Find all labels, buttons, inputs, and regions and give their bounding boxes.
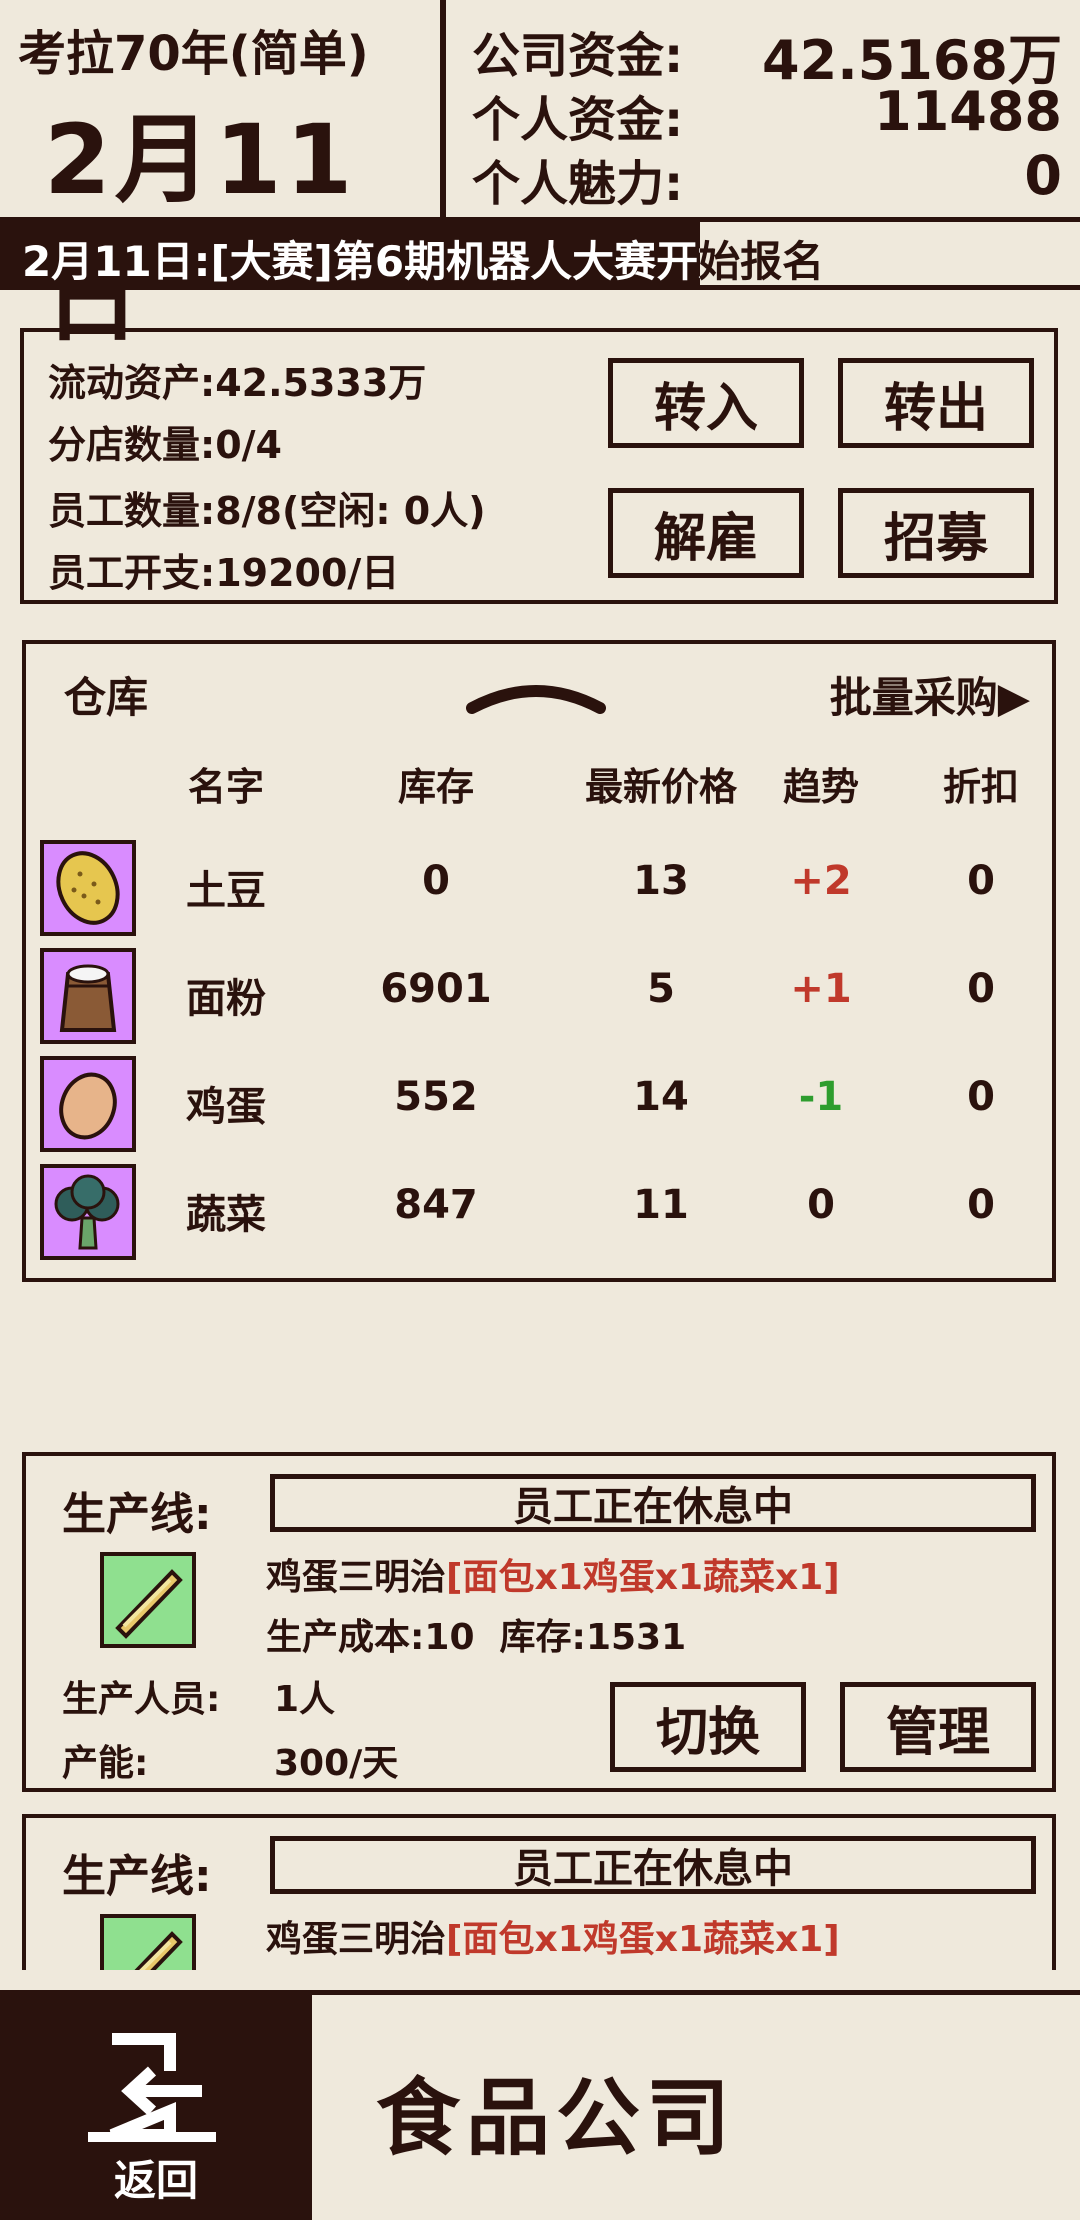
top-header: 考拉70年(简单) 2月11日 公司资金: 42.5168万 个人资金: 114… <box>0 0 1080 355</box>
news-ticker-highlight: 2月11日:[大赛]第6期机器人大赛开始报名 <box>0 222 700 285</box>
news-text-overlay: 2月11日:[大赛]第6期机器人大赛开始报名 <box>22 237 700 285</box>
back-label: 返回 <box>113 2156 198 2205</box>
item-stock: 847 <box>394 1182 478 1228</box>
production-line-card: 生产线: 员工正在休息中 鸡蛋三明治[面包x1鸡蛋x1蔬菜x1] 生产成本:10… <box>22 1452 1056 1792</box>
sandwich-icon <box>100 1914 196 1970</box>
employee-count: 员工数量:8/8(空闲: 0人) <box>48 489 486 533</box>
item-trend: +2 <box>790 858 852 904</box>
potato-icon <box>40 840 136 936</box>
news-ticker[interactable]: 2月11日:[大赛]第6期机器人大赛开始报名 2月11日:[大赛]第6期机器人大… <box>0 222 1080 290</box>
item-name: 蔬菜 <box>186 1192 266 1238</box>
company-title: 食品公司 <box>376 2069 737 2167</box>
charm-value: 0 <box>1024 144 1062 207</box>
column-header-name: 名字 <box>187 765 264 809</box>
flour-sack-icon <box>40 948 136 1044</box>
employee-cost: 员工开支:19200/日 <box>48 551 400 595</box>
branch-count: 分店数量:0/4 <box>48 423 282 467</box>
warehouse-title: 仓库 <box>64 673 149 722</box>
item-stock: 552 <box>394 1074 478 1120</box>
item-stock: 6901 <box>380 966 492 1012</box>
production-status: 员工正在休息中 <box>270 1474 1036 1532</box>
item-trend: 0 <box>807 1182 835 1228</box>
warehouse-panel: 仓库 批量采购▶ 名字 库存 最新价格 趋势 折扣 土豆 0 13 +2 0 面… <box>22 640 1056 1282</box>
item-stock: 0 <box>422 858 450 904</box>
product-name: 鸡蛋三明治 <box>266 1557 447 1598</box>
exit-door-icon <box>88 2033 216 2142</box>
warehouse-row[interactable]: 蔬菜 847 11 0 0 <box>26 1158 1056 1260</box>
personal-funds-row: 个人资金: 11488 <box>472 80 1062 150</box>
personal-funds-label: 个人资金: <box>472 92 684 148</box>
column-header-price: 最新价格 <box>584 765 737 809</box>
egg-icon <box>40 1056 136 1152</box>
bulk-purchase-link[interactable]: 批量采购▶ <box>830 664 1030 725</box>
item-discount: 0 <box>967 858 995 904</box>
sandwich-icon <box>100 1552 196 1648</box>
back-button[interactable]: 返回 <box>0 1995 312 2220</box>
item-price: 11 <box>633 1182 689 1228</box>
item-price: 13 <box>633 858 689 904</box>
product-recipe: 鸡蛋三明治[面包x1鸡蛋x1蔬菜x1] <box>266 1548 840 1600</box>
product-recipe: 鸡蛋三明治[面包x1鸡蛋x1蔬菜x1] <box>266 1910 840 1962</box>
item-price: 14 <box>633 1074 689 1120</box>
charm-label: 个人魅力: <box>472 156 684 212</box>
switch-button[interactable]: 切换 <box>610 1682 806 1772</box>
workers-value: 1人 <box>274 1679 336 1720</box>
column-header-discount: 折扣 <box>942 765 1019 809</box>
item-discount: 0 <box>967 1074 995 1120</box>
liquid-assets: 流动资产:42.5333万 <box>48 361 427 405</box>
production-cost-stock: 生产成本:10 库存:1531 <box>266 1617 687 1658</box>
production-status: 员工正在休息中 <box>270 1836 1036 1894</box>
product-name: 鸡蛋三明治 <box>266 1919 447 1960</box>
assets-panel: 流动资产:42.5333万 分店数量:0/4 员工数量:8/8(空闲: 0人) … <box>20 328 1058 604</box>
game-mode-label: 考拉70年(简单) <box>18 26 369 82</box>
column-header-stock: 库存 <box>397 765 474 809</box>
product-ingredients: [面包x1鸡蛋x1蔬菜x1] <box>446 1919 840 1960</box>
column-header-trend: 趋势 <box>782 765 859 809</box>
capacity-value: 300/天 <box>274 1743 399 1784</box>
date-panel: 考拉70年(简单) 2月11日 <box>0 0 446 355</box>
current-date: 2月11日 <box>44 104 357 355</box>
fire-button[interactable]: 解雇 <box>608 488 804 578</box>
bottom-bar: 返回 食品公司 <box>0 1990 1080 2220</box>
production-line-label: 生产线: <box>62 1489 212 1540</box>
item-trend: +1 <box>790 966 852 1012</box>
product-ingredients: [面包x1鸡蛋x1蔬菜x1] <box>446 1557 840 1598</box>
item-name: 土豆 <box>186 868 266 914</box>
recruit-button[interactable]: 招募 <box>838 488 1034 578</box>
transfer-in-button[interactable]: 转入 <box>608 358 804 448</box>
item-name: 鸡蛋 <box>186 1084 266 1130</box>
production-line-label: 生产线: <box>62 1851 212 1902</box>
charm-row: 个人魅力: 0 <box>472 144 1062 214</box>
item-discount: 0 <box>967 966 995 1012</box>
broccoli-icon <box>40 1164 136 1260</box>
item-name: 面粉 <box>186 976 266 1022</box>
production-scroll-clip: 生产线: 员工正在休息中 鸡蛋三明治[面包x1鸡蛋x1蔬菜x1] <box>0 1814 1080 1970</box>
warehouse-row[interactable]: 面粉 6901 5 +1 0 <box>26 942 1056 1044</box>
capacity-label: 产能: <box>62 1743 149 1784</box>
collapse-chevron-icon[interactable] <box>466 664 606 714</box>
warehouse-row[interactable]: 土豆 0 13 +2 0 <box>26 834 1056 936</box>
transfer-out-button[interactable]: 转出 <box>838 358 1034 448</box>
personal-funds-value: 11488 <box>874 80 1062 143</box>
manage-button[interactable]: 管理 <box>840 1682 1036 1772</box>
workers-label: 生产人员: <box>62 1679 221 1720</box>
warehouse-row[interactable]: 鸡蛋 552 14 -1 0 <box>26 1050 1056 1152</box>
item-discount: 0 <box>967 1182 995 1228</box>
item-price: 5 <box>647 966 675 1012</box>
production-line-card: 生产线: 员工正在休息中 鸡蛋三明治[面包x1鸡蛋x1蔬菜x1] <box>22 1814 1056 1970</box>
item-trend: -1 <box>798 1074 844 1120</box>
